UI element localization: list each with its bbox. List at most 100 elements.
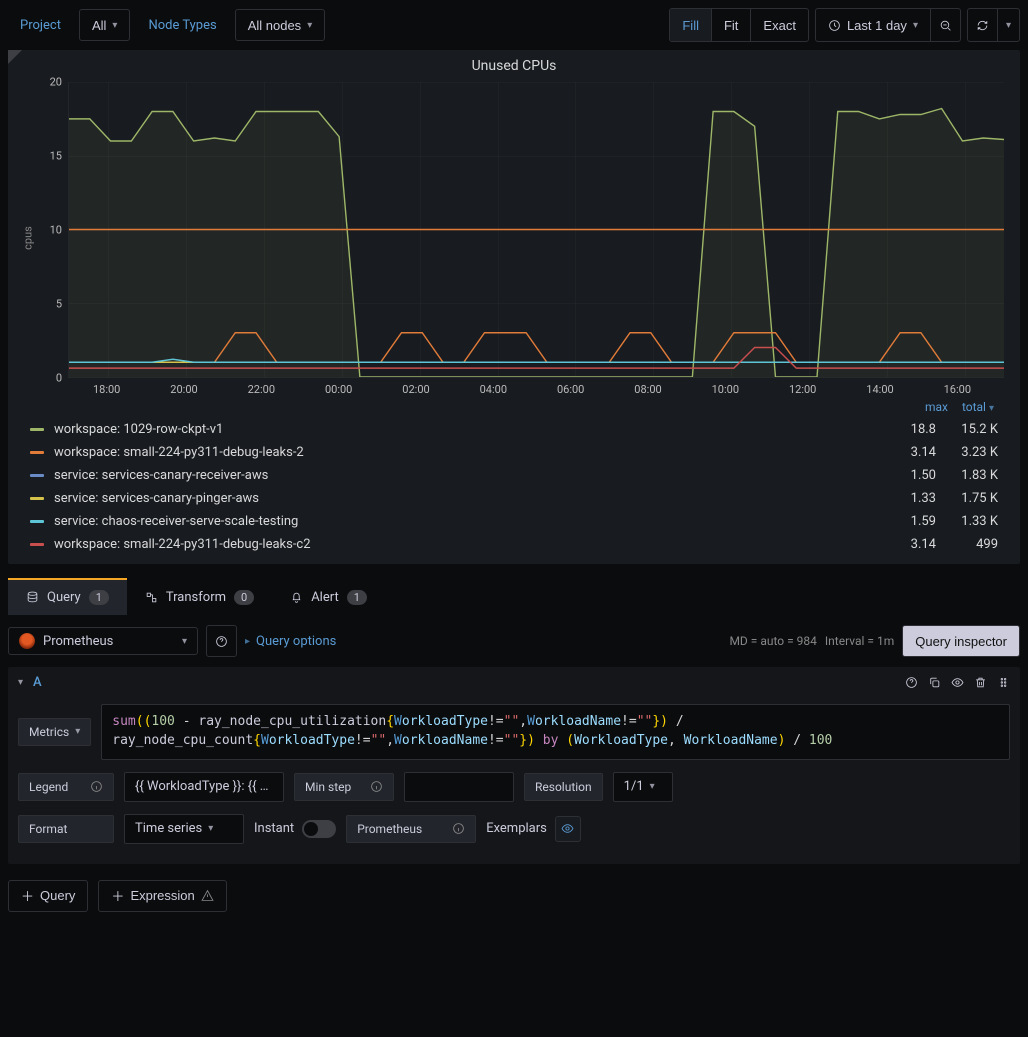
bell-icon xyxy=(290,591,303,604)
refresh-interval-button[interactable]: ▾ xyxy=(998,9,1019,41)
exact-button[interactable]: Exact xyxy=(751,9,808,41)
legend-row[interactable]: service: services-canary-receiver-aws1.5… xyxy=(30,464,998,487)
minstep-input[interactable] xyxy=(404,772,514,802)
plus-icon: ＋ xyxy=(111,886,124,905)
plot-surface[interactable] xyxy=(68,82,1004,378)
chevron-down-icon: ▾ xyxy=(75,726,80,737)
x-tick: 00:00 xyxy=(325,383,352,396)
legend-row[interactable]: workspace: small-224-py311-debug-leaks-c… xyxy=(30,533,998,556)
legend-row[interactable]: service: services-canary-pinger-aws1.331… xyxy=(30,487,998,510)
y-tick: 5 xyxy=(56,298,62,311)
chart-area[interactable]: cpus 0510152018:0020:0022:0000:0002:0004… xyxy=(50,78,1004,398)
timerange-group: Last 1 day ▾ xyxy=(815,8,961,42)
bottom-actions: ＋Query ＋Expression xyxy=(0,864,1028,952)
panel-info-corner[interactable] xyxy=(8,50,22,64)
info-icon[interactable] xyxy=(452,822,465,835)
exemplars-label: Exemplars xyxy=(486,821,547,836)
datasource-help-button[interactable] xyxy=(206,625,237,657)
resolution-label: Resolution xyxy=(524,773,603,801)
instant-label: Instant xyxy=(254,821,294,836)
format-select[interactable]: Time series▾ xyxy=(124,814,244,844)
refresh-button[interactable] xyxy=(968,9,998,41)
top-toolbar: Project All▾ Node Types All nodes▾ Fill … xyxy=(0,0,1028,50)
tab-alert[interactable]: Alert 1 xyxy=(272,578,385,615)
legend-swatch xyxy=(30,520,44,523)
legend-row[interactable]: workspace: small-224-py311-debug-leaks-2… xyxy=(30,441,998,464)
refresh-icon xyxy=(976,19,989,32)
legend-label: Legend xyxy=(18,773,114,801)
drag-handle-icon[interactable] xyxy=(997,676,1010,689)
legend-swatch xyxy=(30,428,44,431)
query-toolbar: Prometheus ▾ ▸ Query options MD = auto =… xyxy=(0,615,1028,667)
help-icon[interactable] xyxy=(905,676,918,689)
query-name[interactable]: A xyxy=(33,675,42,690)
fill-button[interactable]: Fill xyxy=(670,9,712,41)
x-tick: 18:00 xyxy=(93,383,120,396)
instant-field: Instant xyxy=(254,820,336,838)
legend-max: 18.8 xyxy=(884,422,936,437)
exemplars-toggle[interactable] xyxy=(555,816,581,842)
fit-button[interactable]: Fit xyxy=(712,9,751,41)
tab-transform[interactable]: Transform 0 xyxy=(127,578,272,615)
add-query-button[interactable]: ＋Query xyxy=(8,880,88,912)
chevron-down-icon[interactable]: ▾ xyxy=(18,677,23,688)
tab-alert-label: Alert xyxy=(311,590,339,605)
info-icon[interactable] xyxy=(90,780,103,793)
nodetypes-value: All nodes xyxy=(248,18,301,33)
chevron-down-icon: ▾ xyxy=(650,781,655,792)
help-icon xyxy=(215,635,228,648)
x-tick: 08:00 xyxy=(634,383,661,396)
info-icon[interactable] xyxy=(370,780,383,793)
legend-series-name: workspace: small-224-py311-debug-leaks-2 xyxy=(54,445,874,460)
timerange-picker[interactable]: Last 1 day ▾ xyxy=(816,9,931,41)
eye-icon[interactable] xyxy=(951,676,964,689)
datasource-picker[interactable]: Prometheus ▾ xyxy=(8,627,198,655)
meta-md: MD = auto = 984 xyxy=(729,634,816,648)
add-expression-button[interactable]: ＋Expression xyxy=(98,880,226,912)
instant-toggle[interactable] xyxy=(302,820,336,838)
copy-icon[interactable] xyxy=(928,676,941,689)
legend-total: 3.23 K xyxy=(946,445,998,460)
panel-title: Unused CPUs xyxy=(8,50,1020,78)
legend-total: 15.2 K xyxy=(946,422,998,437)
chevron-down-icon: ▾ xyxy=(307,20,312,31)
legend-series-name: service: chaos-receiver-serve-scale-test… xyxy=(54,514,874,529)
legend-col-total[interactable]: total ▾ xyxy=(962,400,994,414)
legend-series-name: workspace: small-224-py311-debug-leaks-c… xyxy=(54,537,874,552)
legend-total: 1.75 K xyxy=(946,491,998,506)
plus-icon: ＋ xyxy=(21,886,34,905)
timerange-label: Last 1 day xyxy=(847,18,907,33)
tab-query-label: Query xyxy=(47,590,81,605)
legend-total: 499 xyxy=(946,537,998,552)
promql-input[interactable]: sum((100 - ray_node_cpu_utilization{Work… xyxy=(101,704,1010,760)
query-options-toggle[interactable]: ▸ Query options xyxy=(245,634,336,649)
query-options-label: Query options xyxy=(256,634,336,649)
project-value: All xyxy=(92,18,106,33)
scale-mode-group: Fill Fit Exact xyxy=(669,8,809,42)
project-label: Project xyxy=(8,9,73,41)
legend-row[interactable]: service: chaos-receiver-serve-scale-test… xyxy=(30,510,998,533)
legend-col-max[interactable]: max xyxy=(925,400,948,414)
refresh-group: ▾ xyxy=(967,8,1020,42)
tab-transform-badge: 0 xyxy=(234,590,254,605)
zoom-out-button[interactable] xyxy=(931,9,960,41)
legend-row[interactable]: workspace: 1029-row-ckpt-v118.815.2 K xyxy=(30,418,998,441)
tab-query[interactable]: Query 1 xyxy=(8,578,127,615)
editor-tabs: Query 1 Transform 0 Alert 1 xyxy=(0,578,1028,615)
chevron-down-icon: ▾ xyxy=(208,823,213,834)
x-tick: 16:00 xyxy=(944,383,971,396)
legend-body: workspace: 1029-row-ckpt-v118.815.2 Kwor… xyxy=(8,418,1020,556)
resolution-select[interactable]: 1/1▾ xyxy=(613,772,673,802)
y-tick: 0 xyxy=(56,372,62,385)
legend-input[interactable]: {{ WorkloadType }}: {{ … xyxy=(124,772,284,802)
metrics-label[interactable]: Metrics▾ xyxy=(18,718,91,746)
eye-icon xyxy=(561,822,574,835)
query-inspector-button[interactable]: Query inspector xyxy=(902,625,1020,657)
project-select[interactable]: All▾ xyxy=(79,9,130,41)
chevron-down-icon: ▾ xyxy=(989,403,994,414)
x-tick: 22:00 xyxy=(248,383,275,396)
trash-icon[interactable] xyxy=(974,676,987,689)
legend-series-name: service: services-canary-pinger-aws xyxy=(54,491,874,506)
chevron-down-icon: ▾ xyxy=(182,636,187,647)
nodetypes-select[interactable]: All nodes ▾ xyxy=(235,9,326,41)
